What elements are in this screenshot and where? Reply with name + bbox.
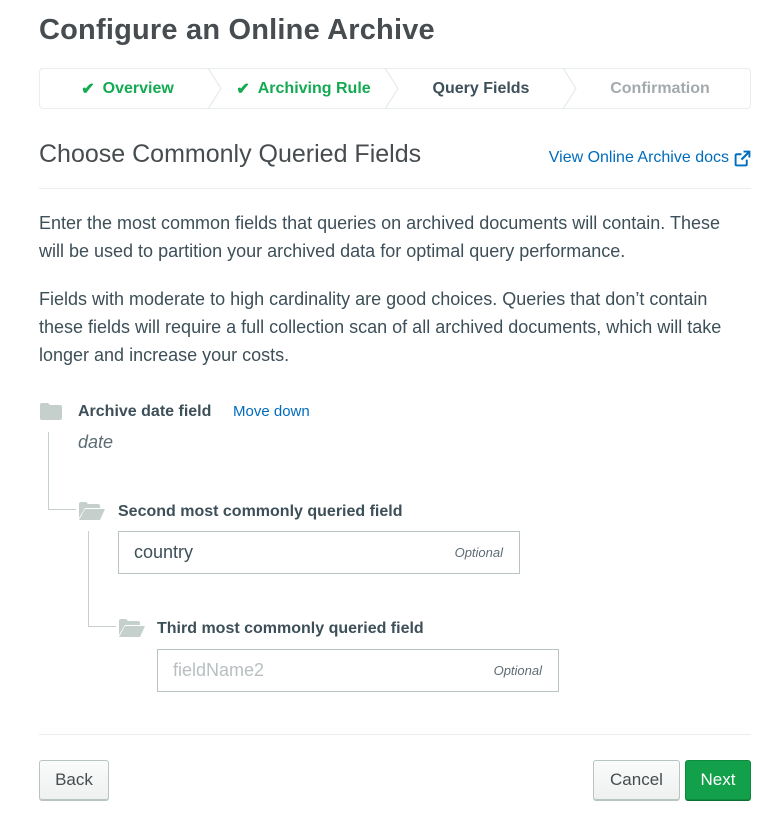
- check-icon: ✔: [81, 80, 95, 98]
- wizard-step-label: Confirmation: [610, 79, 710, 97]
- move-down-link[interactable]: Move down: [233, 403, 310, 420]
- third-field-box: Optional: [157, 649, 559, 692]
- cancel-button[interactable]: Cancel: [593, 760, 680, 800]
- folder-icon: [40, 403, 62, 420]
- wizard-step-query-fields[interactable]: Query Fields: [392, 68, 577, 109]
- wizard-step-overview[interactable]: ✔ Overview: [40, 68, 222, 109]
- folder-open-icon: [79, 502, 105, 520]
- wizard-step-label: Overview: [102, 79, 174, 97]
- third-field-label: Third most commonly queried field: [157, 620, 424, 637]
- step-separator: [562, 68, 577, 109]
- wizard-step-archiving-rule[interactable]: ✔ Archiving Rule: [215, 68, 399, 109]
- archive-date-label: Archive date field: [78, 403, 212, 420]
- wizard-step-label: Archiving Rule: [257, 79, 371, 97]
- third-field-input[interactable]: [158, 650, 494, 691]
- tree-connector: [48, 509, 76, 510]
- back-button[interactable]: Back: [39, 760, 109, 800]
- divider: [39, 188, 751, 189]
- wizard-step-label: Query Fields: [432, 79, 530, 97]
- docs-link[interactable]: View Online Archive docs: [549, 149, 751, 167]
- external-link-icon: [734, 150, 751, 166]
- section-title: Choose Commonly Queried Fields: [39, 140, 422, 168]
- page-title: Configure an Online Archive: [39, 14, 435, 46]
- next-button[interactable]: Next: [685, 760, 751, 800]
- second-field-label: Second most commonly queried field: [118, 503, 403, 520]
- tree-connector: [48, 432, 49, 510]
- second-field-input[interactable]: [119, 532, 455, 573]
- docs-link-label: View Online Archive docs: [548, 149, 729, 166]
- step-separator: [207, 68, 222, 109]
- wizard-step-confirmation: Confirmation: [570, 69, 750, 108]
- second-field-box: Optional: [118, 531, 520, 574]
- description-paragraph: Fields with moderate to high cardinality…: [39, 289, 722, 365]
- wizard-steps: ✔ Overview ✔ Archiving Rule Query Fields…: [39, 68, 751, 109]
- archive-date-value: date: [78, 432, 114, 452]
- step-separator: [384, 68, 399, 109]
- tree-connector: [88, 626, 116, 627]
- tree-connector: [88, 531, 89, 627]
- optional-hint: Optional: [454, 545, 503, 560]
- check-icon: ✔: [236, 80, 250, 98]
- divider: [39, 734, 751, 735]
- description-paragraph: Enter the most common fields that querie…: [39, 213, 721, 261]
- optional-hint: Optional: [493, 663, 542, 678]
- folder-open-icon: [119, 619, 145, 637]
